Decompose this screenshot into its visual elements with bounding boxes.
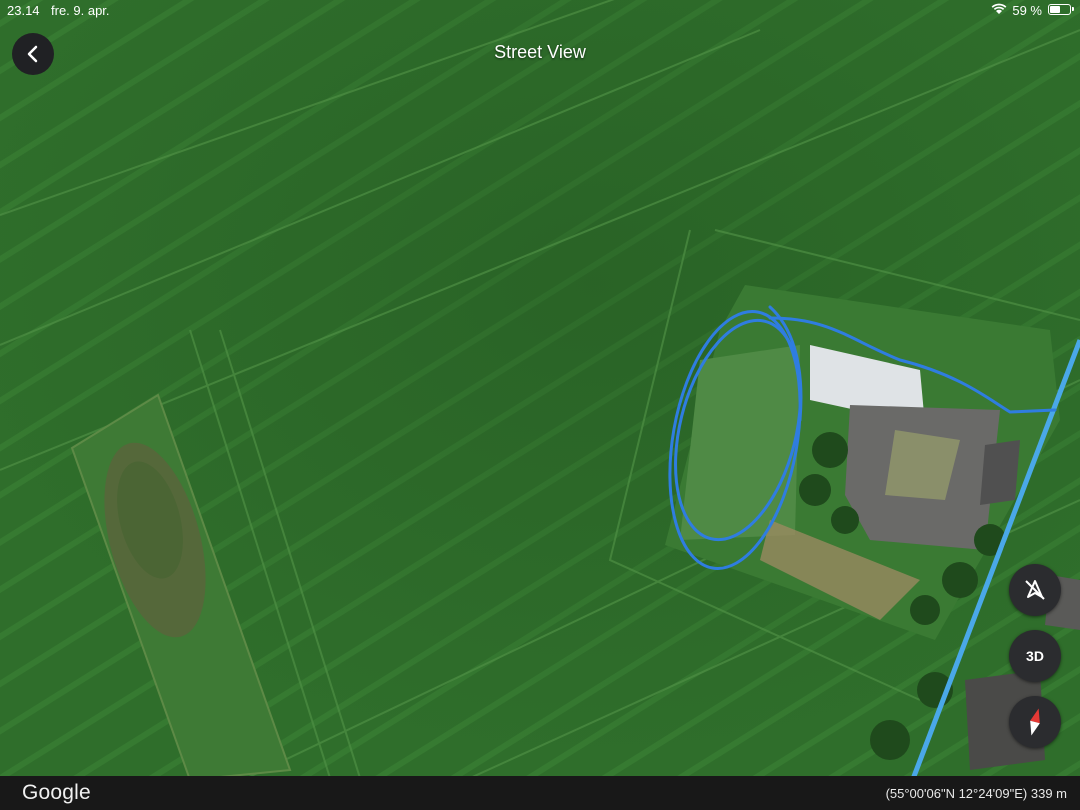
tilt-button[interactable] <box>1009 564 1061 616</box>
status-bar: 23.14 fre. 9. apr. 59 % <box>0 0 1080 22</box>
status-time: 23.14 <box>7 3 40 18</box>
battery-percent: 59 % <box>1012 3 1042 18</box>
status-date: fre. 9. apr. <box>51 3 110 18</box>
satellite-map[interactable] <box>0 0 1080 810</box>
wifi-icon <box>991 3 1007 18</box>
3d-button[interactable]: 3D <box>1009 630 1061 682</box>
tilt-off-icon <box>1025 580 1045 600</box>
battery-icon <box>1048 4 1074 15</box>
page-title: Street View <box>494 42 586 62</box>
map-footer: Google (55°00'06"N 12°24'09"E) 339 m <box>0 776 1080 810</box>
google-logo: Google <box>22 781 91 804</box>
compass-icon <box>1030 708 1040 736</box>
coordinates-readout: (55°00'06"N 12°24'09"E) 339 m <box>885 786 1067 801</box>
compass-button[interactable] <box>1009 696 1061 748</box>
